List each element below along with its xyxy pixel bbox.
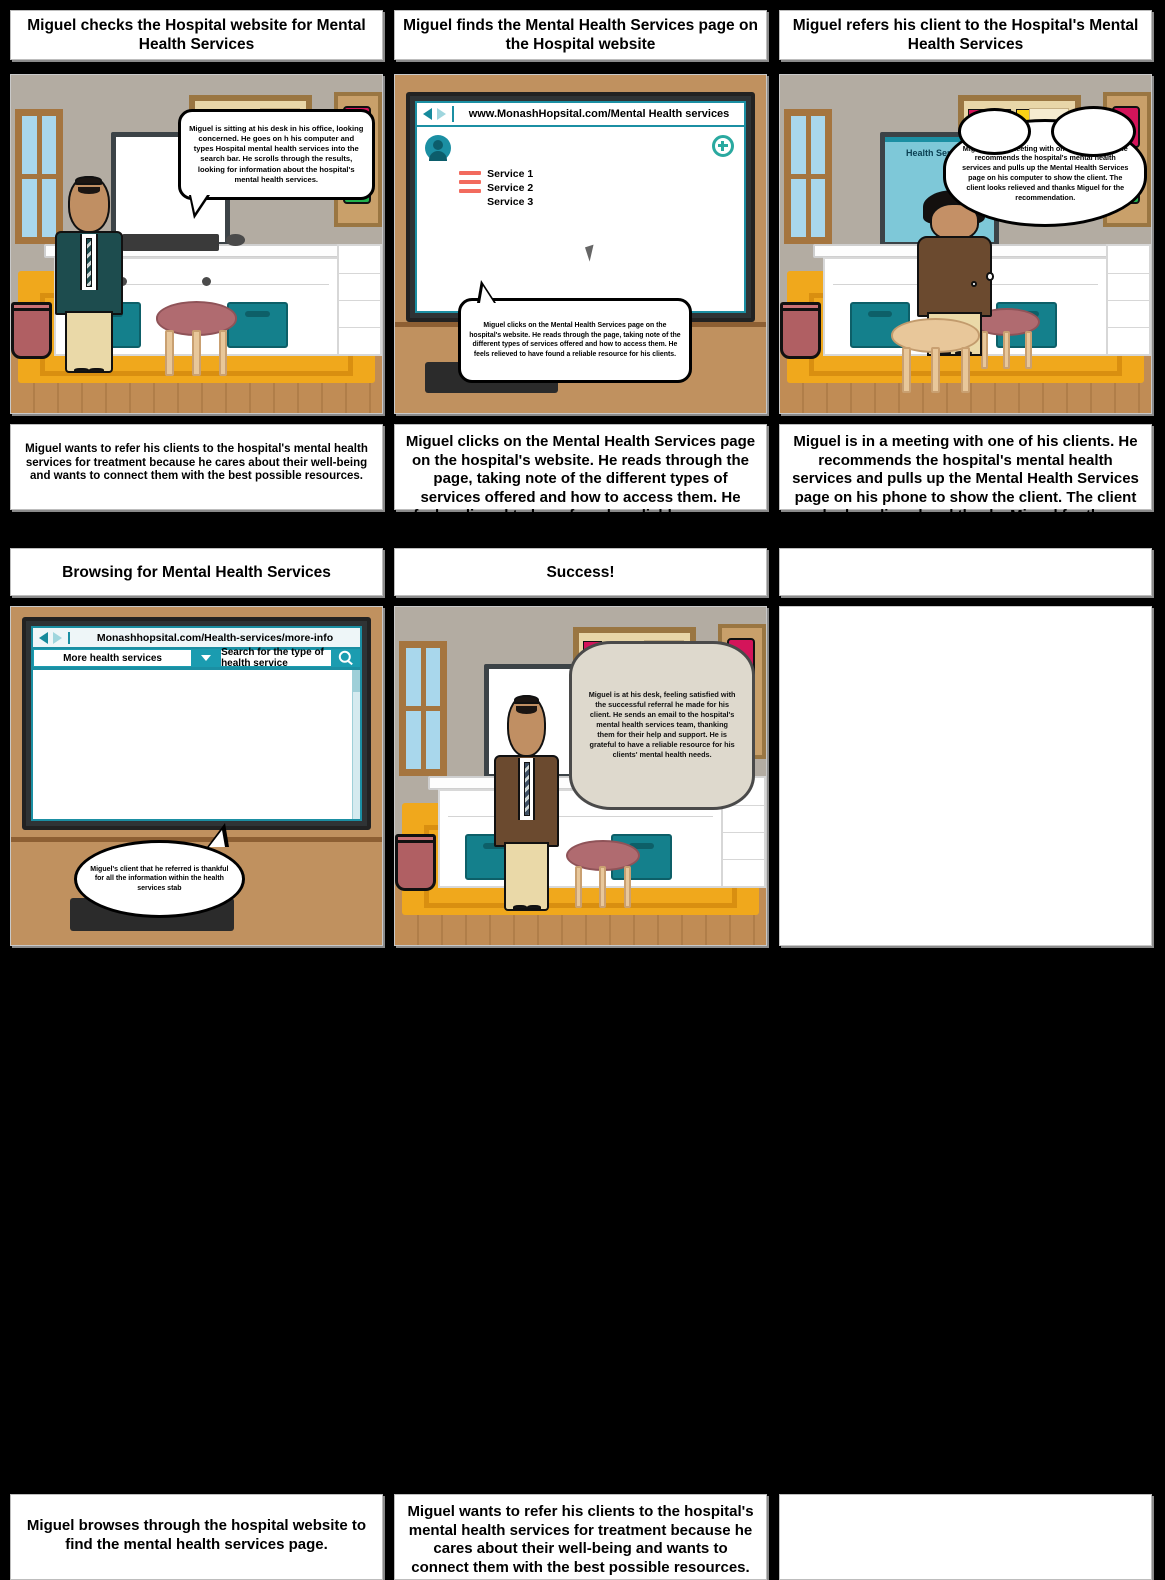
browser-window: www.MonashHopsital.com/Mental Health ser… [415, 100, 746, 313]
panel-2-scene: www.MonashHopsital.com/Mental Health ser… [394, 74, 767, 414]
panel-1: Miguel checks the Hospital website for M… [10, 0, 383, 520]
panel-5-caption: Miguel wants to refer his clients to the… [394, 1494, 767, 1580]
panel-4-bubble-text: Miguel's client that he referred is than… [90, 865, 229, 892]
panel-3-title: Miguel refers his client to the Hospital… [779, 10, 1152, 60]
plus-circle-icon[interactable] [711, 134, 734, 157]
computer-screen: www.MonashHopsital.com/Mental Health ser… [406, 91, 755, 322]
search-toolbar: More health services Search for the type… [33, 647, 360, 670]
panel-4-caption-text: Miguel browses through the hospital webs… [26, 1517, 367, 1553]
panel-3-caption-text: Miguel is in a meeting with one of his c… [792, 433, 1139, 543]
forward-arrow-icon[interactable] [437, 107, 447, 120]
panel-1-scene: Miguel is sitting at his desk in his off… [10, 74, 383, 414]
storyboard-row-1: Miguel checks the Hospital website for M… [0, 0, 1165, 543]
back-arrow-icon[interactable] [423, 107, 433, 120]
scrollbar[interactable] [351, 670, 360, 820]
panel-5-caption-text: Miguel wants to refer his clients to the… [407, 1503, 754, 1576]
panel-4-speech-bubble: Miguel's client that he referred is than… [74, 823, 245, 918]
stool [891, 318, 981, 393]
panel-3-bubble-text: Miguel is in a meeting with one of his c… [962, 143, 1129, 202]
back-arrow-icon[interactable] [39, 631, 49, 644]
user-avatar-icon[interactable] [425, 134, 452, 161]
panel-6-scene [779, 606, 1152, 946]
panel-2-title: Miguel finds the Mental Health Services … [394, 10, 767, 60]
list-item[interactable]: Service 2 [487, 181, 533, 195]
services-list: Service 1 Service 2 Service 3 [487, 167, 533, 209]
keyboard [122, 233, 219, 251]
browser-page [33, 669, 360, 820]
panel-5-scene: Miguel is at his desk, feeling satisfied… [394, 606, 767, 946]
drawer-unit [337, 244, 382, 356]
panel-1-caption: Miguel wants to refer his clients to the… [10, 424, 383, 510]
browser-window: Monashhopsital.com/Health-services/more-… [31, 626, 362, 822]
panel-2-title-text: Miguel finds the Mental Health Services … [403, 17, 758, 53]
panel-1-speech-bubble: Miguel is sitting at his desk in his off… [177, 108, 375, 220]
character-miguel [491, 694, 561, 925]
mouse-cursor-icon [585, 242, 604, 262]
panel-2-speech-bubble: Miguel clicks on the Mental Health Servi… [458, 280, 692, 383]
health-services-dropdown[interactable]: More health services [34, 650, 191, 667]
browser-page: Service 1 Service 2 Service 3 [417, 126, 744, 311]
panel-2-caption-text: Miguel clicks on the Mental Health Servi… [405, 433, 756, 543]
panel-2: Miguel finds the Mental Health Services … [394, 0, 767, 543]
panel-6 [779, 538, 1152, 1580]
panel-4-caption: Miguel browses through the hospital webs… [10, 1494, 383, 1580]
panel-5-title: Success! [394, 548, 767, 596]
panel-2-bubble-text: Miguel clicks on the Mental Health Servi… [469, 322, 681, 358]
panel-5: Success! Miguel is at his desk, feeling … [394, 538, 767, 1580]
panel-3-scene: Health Services Miguel is in a meeting w… [779, 74, 1152, 414]
panel-1-title-text: Miguel checks the Hospital website for M… [27, 17, 366, 53]
panel-6-caption [779, 1494, 1152, 1580]
list-item[interactable]: Service 1 [487, 167, 533, 181]
storyboard: Miguel checks the Hospital website for M… [0, 0, 1165, 1580]
mouse [226, 233, 245, 246]
panel-5-bubble-text: Miguel is at his desk, feeling satisfied… [588, 690, 736, 760]
panel-3-caption: Miguel is in a meeting with one of his c… [779, 424, 1152, 543]
chevron-down-icon[interactable] [192, 650, 220, 667]
storyboard-row-2: Browsing for Mental Health Services Mona… [0, 538, 1165, 1580]
panel-1-bubble-text: Miguel is sitting at his desk in his off… [189, 123, 364, 184]
forward-arrow-icon[interactable] [53, 631, 63, 644]
panel-5-title-text: Success! [546, 563, 615, 581]
panel-3-thought-bubble: Miguel is in a meeting with one of his c… [943, 105, 1148, 228]
search-input[interactable]: Search for the type of health service [221, 647, 331, 669]
panel-4-scene: Monashhopsital.com/Health-services/more-… [10, 606, 383, 946]
stool [155, 301, 238, 376]
panel-6-title [779, 548, 1152, 596]
browser-toolbar: www.MonashHopsital.com/Mental Health ser… [417, 102, 744, 127]
panel-3: Miguel refers his client to the Hospital… [779, 0, 1152, 543]
drawer-unit [1106, 244, 1151, 356]
panel-4-title-text: Browsing for Mental Health Services [62, 563, 331, 581]
url-bar[interactable]: www.MonashHopsital.com/Mental Health ser… [452, 105, 744, 122]
panel-1-title: Miguel checks the Hospital website for M… [10, 10, 383, 60]
character-miguel [52, 176, 126, 386]
panel-4: Browsing for Mental Health Services Mona… [10, 538, 383, 1580]
browser-toolbar: Monashhopsital.com/Health-services/more-… [33, 628, 360, 650]
panel-4-title: Browsing for Mental Health Services [10, 548, 383, 596]
panel-1-caption-text: Miguel wants to refer his clients to the… [25, 443, 368, 482]
computer-screen: Monashhopsital.com/Health-services/more-… [22, 617, 371, 831]
window-icon [783, 108, 832, 244]
window-icon [398, 640, 447, 776]
panel-3-title-text: Miguel refers his client to the Hospital… [792, 17, 1139, 53]
search-icon[interactable] [332, 650, 359, 667]
stool [565, 840, 640, 908]
list-item[interactable]: Service 3 [487, 195, 533, 209]
hamburger-menu-icon[interactable] [459, 170, 482, 198]
url-bar[interactable]: Monashhopsital.com/Health-services/more-… [68, 631, 360, 644]
panel-5-thought-bubble: Miguel is at his desk, feeling satisfied… [569, 640, 755, 810]
panel-2-caption: Miguel clicks on the Mental Health Servi… [394, 424, 767, 543]
